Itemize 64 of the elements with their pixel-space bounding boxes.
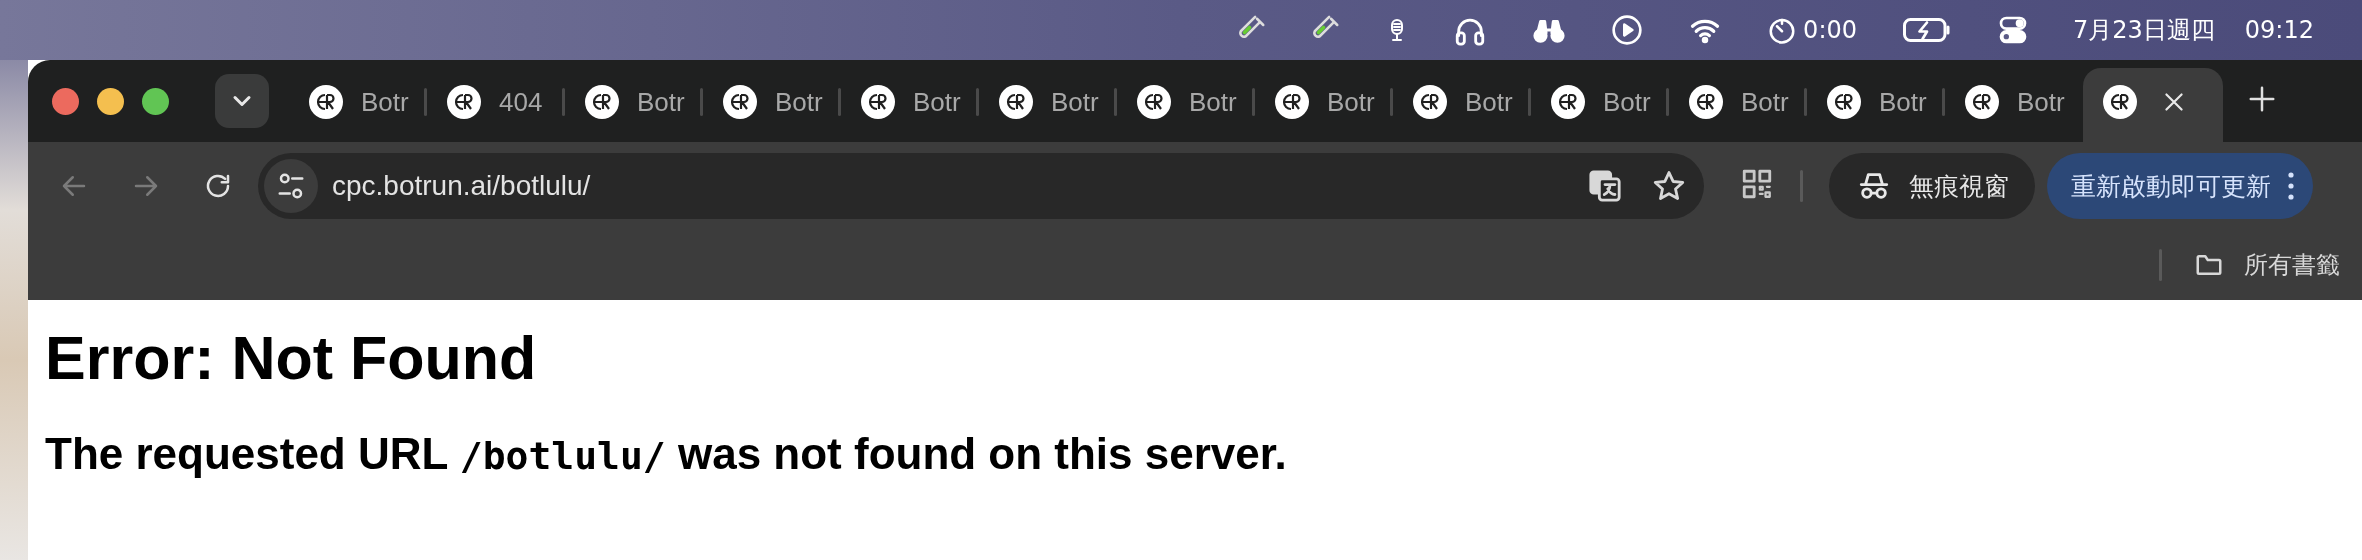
play-icon xyxy=(1611,14,1644,46)
minimize-window-button[interactable] xyxy=(97,87,124,115)
tab-title: Botr xyxy=(361,86,409,118)
browser-tab[interactable]: Botr xyxy=(565,68,703,136)
logo-icon xyxy=(1827,85,1861,119)
all-bookmarks-button[interactable]: 所有書籤 xyxy=(2192,249,2340,281)
tab-title: Botr xyxy=(1189,86,1237,118)
translate-icon xyxy=(1588,169,1622,203)
url-text: cpc.botrun.ai/botlulu/ xyxy=(332,170,592,202)
browser-tab[interactable]: Botr xyxy=(979,68,1117,136)
logo-icon xyxy=(1689,85,1723,119)
tab-title: Botr xyxy=(1327,86,1375,118)
logo-icon xyxy=(585,85,619,119)
tab-title: Botr xyxy=(2017,86,2065,118)
logo-icon xyxy=(1551,85,1585,119)
tab-title: Botr xyxy=(775,86,823,118)
logo-icon xyxy=(1965,85,1999,119)
tab-title: Botr xyxy=(1603,86,1651,118)
address-bar[interactable]: cpc.botrun.ai/botlulu/ xyxy=(258,153,1704,219)
browser-tab[interactable]: Botr xyxy=(703,68,841,136)
zoom-window-button[interactable] xyxy=(142,87,169,115)
error-message: The requested URL /botlulu/ was not found on this server. xyxy=(45,429,1288,480)
timer-reading: 0:00 xyxy=(1803,16,1857,44)
browser-tab[interactable]: Botr xyxy=(841,68,979,136)
battery-charging-icon xyxy=(1901,15,1953,45)
browser-tab[interactable]: Botr xyxy=(1807,68,1945,136)
tab-title: Botr xyxy=(1879,86,1927,118)
browser-tab[interactable]: Botr xyxy=(1255,68,1393,136)
browser-tab[interactable]: Botr xyxy=(289,68,427,136)
tab-title: Botr xyxy=(1465,86,1513,118)
error-heading: Error: Not Found xyxy=(45,323,538,394)
tab-title: Botr xyxy=(913,86,961,118)
tab-title: Botr xyxy=(1051,86,1099,118)
logo-icon xyxy=(999,85,1033,119)
browser-tab[interactable]: Botr xyxy=(1669,68,1807,136)
tab-title: 404 xyxy=(499,86,543,118)
browser-tab[interactable]: Botr xyxy=(1117,68,1255,136)
logo-icon xyxy=(1413,85,1447,119)
update-button[interactable]: 重新啟動即可更新 xyxy=(2047,153,2313,219)
browser-tab[interactable]: Botr xyxy=(1531,68,1669,136)
incognito-button[interactable]: 無痕視窗 xyxy=(1829,153,2035,219)
menu-bar-date: 7月23日週四 xyxy=(2073,15,2215,46)
browser-tab[interactable]: 404 xyxy=(427,68,565,136)
browser-tab[interactable] xyxy=(2083,68,2223,142)
logo-icon xyxy=(447,85,481,119)
menu-bar-clock: 09:12 xyxy=(2244,16,2314,44)
qr-code-icon xyxy=(1740,167,1774,201)
tab-title: Botr xyxy=(637,86,685,118)
logo-icon xyxy=(861,85,895,119)
logo-icon xyxy=(2103,85,2137,119)
logo-icon xyxy=(1275,85,1309,119)
more-options-icon xyxy=(2287,171,2295,201)
logo-icon xyxy=(1137,85,1171,119)
toggles-icon xyxy=(1997,14,2029,46)
logo-icon xyxy=(723,85,757,119)
close-window-button[interactable] xyxy=(52,87,79,115)
browser-tab[interactable]: Botr xyxy=(1393,68,1531,136)
logo-icon xyxy=(309,85,343,119)
site-settings-icon xyxy=(276,171,306,201)
tab-title: Botr xyxy=(1741,86,1789,118)
star-icon xyxy=(1652,169,1686,203)
tab-search-button[interactable] xyxy=(215,74,269,128)
plus-icon xyxy=(2247,84,2277,114)
browser-tab[interactable]: Botr xyxy=(1945,68,2083,136)
